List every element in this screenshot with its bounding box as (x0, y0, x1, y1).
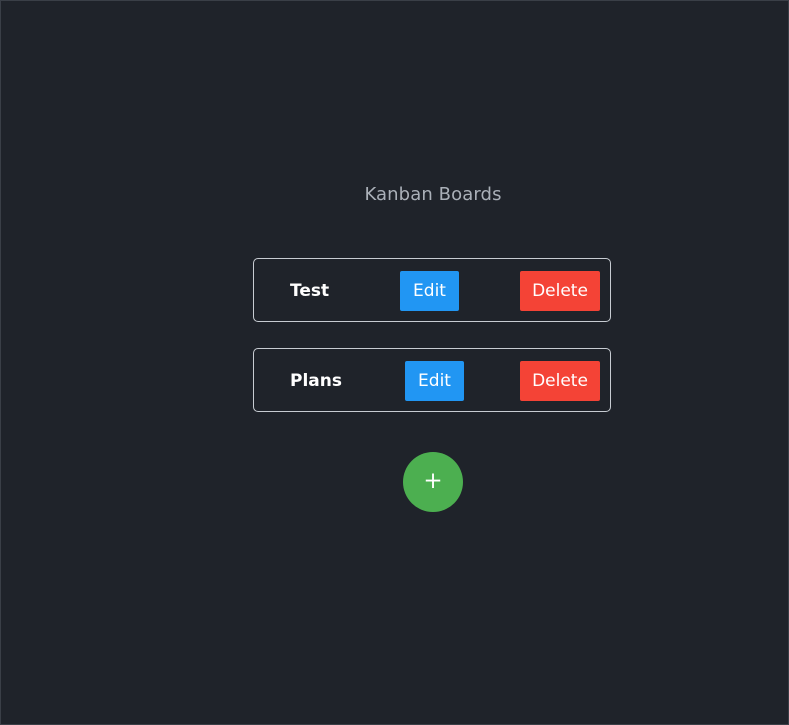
delete-button[interactable]: Delete (520, 361, 600, 401)
board-row-test: Test Edit Delete (253, 258, 611, 322)
app-window: Kanban Boards Test Edit Delete Plans Edi… (0, 0, 789, 725)
board-row-plans: Plans Edit Delete (253, 348, 611, 412)
board-name: Plans (290, 371, 342, 391)
page-title: Kanban Boards (364, 184, 502, 205)
delete-button[interactable]: Delete (520, 271, 600, 311)
edit-button[interactable]: Edit (405, 361, 464, 401)
edit-button[interactable]: Edit (400, 271, 459, 311)
board-name: Test (290, 281, 330, 301)
add-board-button[interactable]: + (403, 452, 463, 512)
